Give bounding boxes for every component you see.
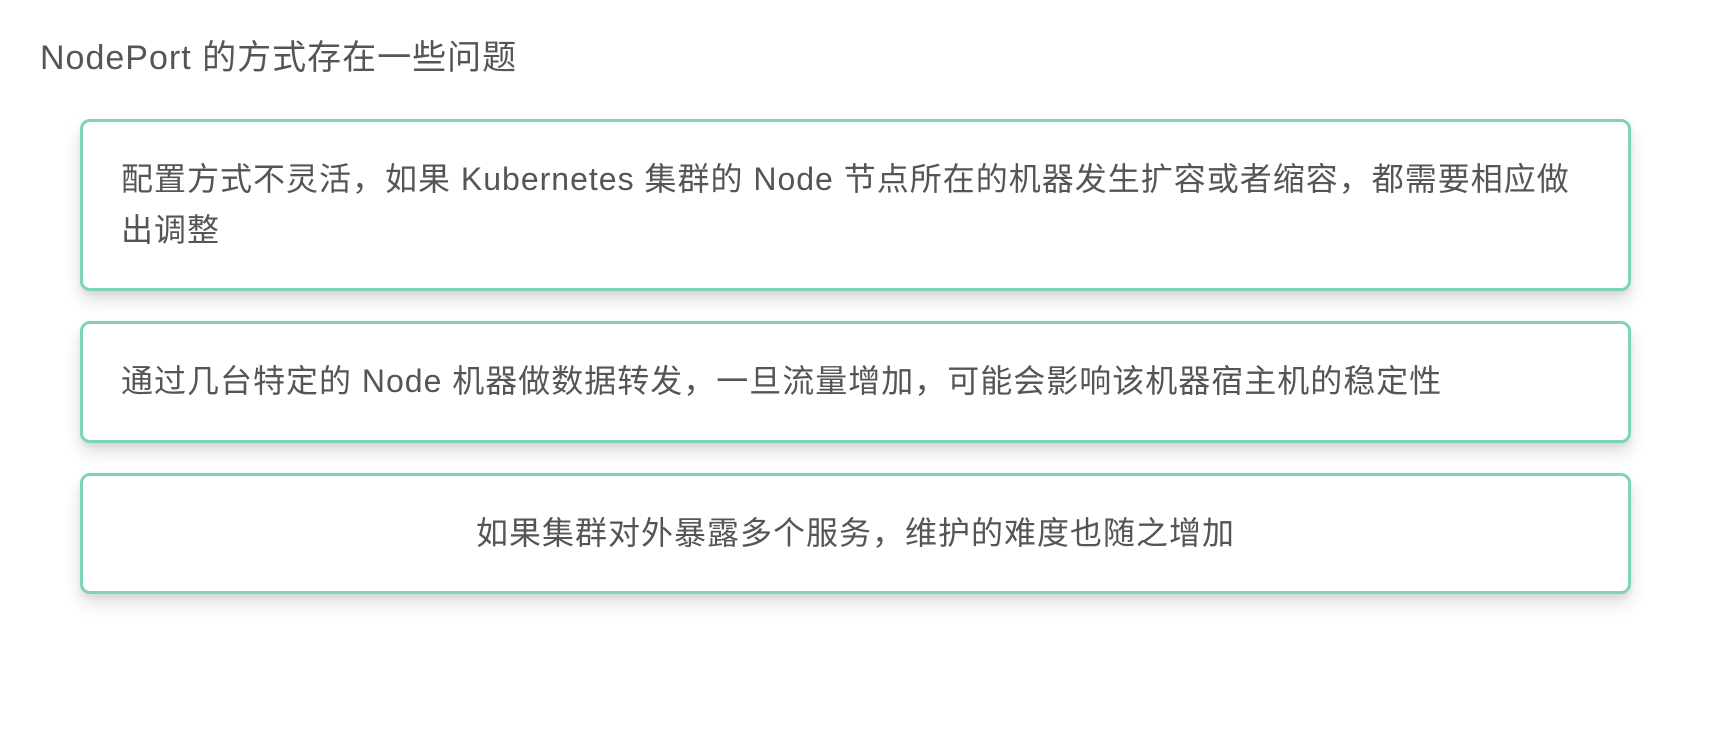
info-card: 通过几台特定的 Node 机器做数据转发，一旦流量增加，可能会影响该机器宿主机的… <box>80 321 1631 442</box>
card-text: 通过几台特定的 Node 机器做数据转发，一旦流量增加，可能会影响该机器宿主机的… <box>121 356 1590 407</box>
card-text: 配置方式不灵活，如果 Kubernetes 集群的 Node 节点所在的机器发生… <box>121 154 1590 256</box>
card-text: 如果集群对外暴露多个服务，维护的难度也随之增加 <box>121 508 1590 559</box>
page-title: NodePort 的方式存在一些问题 <box>40 30 1671 79</box>
info-card: 如果集群对外暴露多个服务，维护的难度也随之增加 <box>80 473 1631 594</box>
info-card: 配置方式不灵活，如果 Kubernetes 集群的 Node 节点所在的机器发生… <box>80 119 1631 291</box>
cards-container: 配置方式不灵活，如果 Kubernetes 集群的 Node 节点所在的机器发生… <box>40 119 1671 594</box>
